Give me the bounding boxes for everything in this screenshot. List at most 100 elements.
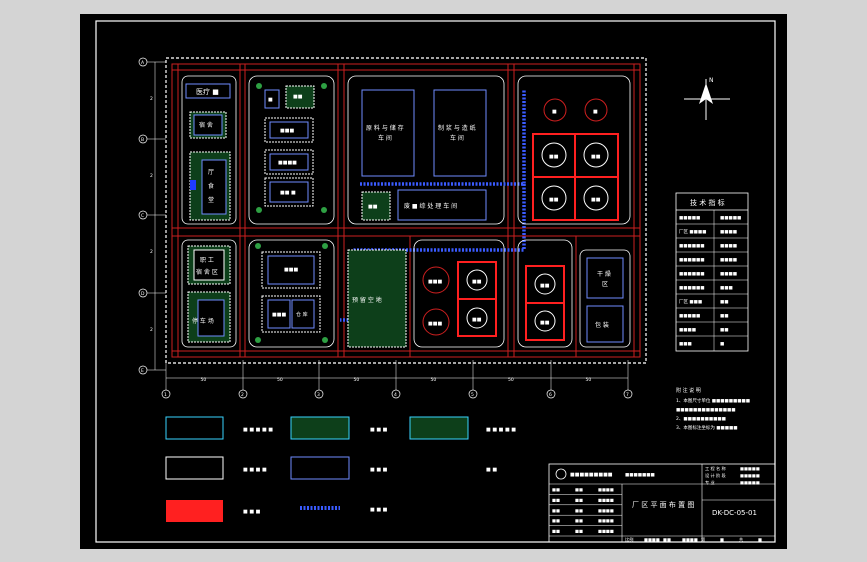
tech-row-value: ■■■■: [720, 230, 737, 235]
legend-label-2: ■ ■ ■: [370, 427, 388, 433]
title-drawing-no: DK-DC-05-01: [712, 509, 757, 517]
grid-col-label-6: 6: [549, 392, 552, 398]
title-right-value: ■■■■■: [740, 466, 760, 471]
tech-row-value: ■■■■: [720, 272, 737, 277]
building-hall1-label-2: 车 间: [378, 134, 392, 142]
grid-row-label-C: C: [141, 213, 144, 219]
legend-label-3: ■ ■ ■ ■ ■: [486, 427, 516, 433]
tank-f-label: ■■: [591, 197, 601, 203]
title-org: ■■■■■■■■■: [570, 472, 613, 478]
notes-title: 附 注 说 明: [676, 387, 701, 394]
grid-row-label-B: B: [141, 137, 144, 143]
building-parking-label: 停 车 场: [192, 317, 214, 325]
title-left-role: ■■: [552, 487, 560, 492]
tech-row-value: ■■: [720, 300, 729, 305]
title-right-value: ■■■■■: [740, 473, 760, 478]
title-left-role: ■■: [552, 529, 560, 534]
tech-row-label: ■■■■■■: [679, 272, 705, 277]
title-bottom-cell: ■: [720, 537, 724, 542]
building-w5-label: ■■ ■: [280, 190, 296, 196]
tech-row-label: ■■■■■: [679, 216, 700, 221]
title-left-role: ■■: [552, 497, 560, 502]
title-right-label: 工 程 名 称: [705, 465, 726, 472]
title-bottom-cell: ■: [758, 537, 762, 542]
building-w4-label: ■■■■: [278, 160, 297, 166]
legend-label-4: ■ ■ ■ ■: [243, 467, 267, 473]
grid-row-gap-A: 2: [150, 96, 153, 102]
building-hall2-label-2: 车 间: [450, 134, 464, 142]
tech-table-title: 技 术 指 标: [690, 198, 725, 207]
legend-label-7: ■ ■ ■: [370, 507, 388, 513]
tech-row-label: ■■■■■■: [679, 244, 705, 249]
building-canteen-label-3: 堂: [208, 196, 214, 204]
cad-viewport[interactable]: N A 2 B 2 C 2 D 2 E 1 50 2 50 3 50 4 50 5 50 6 50 7 医疗 ■ 宿 舍 …: [0, 0, 867, 562]
title-left-name: ■■: [575, 529, 583, 534]
notes-line-4: 3、本图标注坐标为 ■■■■■: [676, 424, 738, 431]
building-store2-label: ■■■: [272, 312, 286, 318]
tech-row-value: ■: [720, 342, 724, 347]
building-hall3-label: 废 ■ 综 处 理 车 间: [404, 202, 457, 210]
legend-swatch-green: [409, 416, 469, 440]
legend-swatch-tank: [166, 500, 223, 522]
tank-d-label: ■■: [591, 154, 601, 160]
building-dry-label-2: 区: [602, 281, 608, 288]
grid-col-label-3: 3: [317, 392, 320, 398]
title-bottom-cell: 共: [739, 536, 743, 543]
tech-row-value: ■■■■: [720, 258, 737, 263]
tech-row-label: 厂区 ■■■■: [679, 229, 706, 235]
tech-row-label: 厂区 ■■■: [679, 299, 702, 305]
title-design-label: ■■■■■■■: [625, 473, 655, 478]
tank-k-label: ■■: [540, 283, 550, 289]
tech-row-label: ■■■■■■: [679, 286, 705, 291]
title-left-date: ■■■■: [598, 529, 614, 534]
building-canteen-label-2: 食: [208, 182, 214, 190]
grid-row-label-D: D: [141, 291, 145, 297]
title-block-bottom: 比例 ■■■■ ■■ ■■■■ 第 ■ 共 ■: [625, 536, 762, 543]
north-label: N: [709, 77, 714, 84]
building-pack-label: 包 装: [595, 321, 609, 329]
building-dry-label: 干 燥: [597, 270, 611, 278]
legend-swatch-green-hatch: [290, 416, 350, 440]
tech-row-value: ■■■: [720, 286, 733, 291]
gate-marker: [190, 180, 196, 190]
title-left-name: ■■: [575, 487, 583, 492]
title-drawing-name: 厂 区 平 面 布 置 图: [632, 500, 694, 509]
building-store3-label: 仓 库: [296, 311, 308, 318]
building-store1-label: ■■■: [284, 267, 298, 273]
title-right-value: ■■■■■: [740, 480, 760, 485]
site-plan-drawing[interactable]: N A2B2C2D2E1502503504505506507 医疗 ■ 宿 舍 …: [0, 0, 867, 562]
title-bottom-cell: ■■: [663, 537, 671, 542]
grid-row-gap-C: 2: [150, 249, 153, 255]
building-pool-label: ■■: [368, 204, 378, 210]
grid-row-gap-B: 2: [150, 173, 153, 179]
tank-j-label: ■■: [472, 317, 482, 323]
title-left-date: ■■■■: [598, 518, 614, 523]
tech-row-label: ■■■: [679, 342, 692, 347]
building-w3-label: ■■■: [280, 128, 294, 134]
title-left-role: ■■: [552, 508, 560, 513]
building-hall2-label: 制 浆 与 造 纸: [438, 124, 476, 132]
tank-b-label: ■: [593, 109, 598, 115]
title-left-role: ■■: [552, 518, 560, 523]
title-left-name: ■■: [575, 518, 583, 523]
title-bottom-cell: 第: [701, 536, 705, 543]
legend-label-8: ■ ■: [486, 467, 497, 473]
grid-col-label-1: 1: [164, 392, 167, 398]
grid-row-gap-D: 2: [150, 327, 153, 333]
title-right-label: 设 计 阶 段: [705, 472, 727, 479]
tech-row-value: ■■: [720, 328, 729, 333]
title-bottom-cell: 比例: [625, 536, 633, 543]
tech-row-label: ■■■■: [679, 328, 696, 333]
tank-e-label: ■■: [549, 197, 559, 203]
notes-line-2: ■■■■■■■■■■■■■■: [676, 408, 736, 413]
tech-row-value: ■■: [720, 314, 729, 319]
building-dorm-label: 宿 舍: [199, 121, 213, 129]
tank-h-label: ■■: [472, 279, 482, 285]
tank-c-label: ■■: [549, 154, 559, 160]
grid-col-label-2: 2: [241, 392, 244, 398]
notes-line-1: 1、本图尺寸单位 ■■■■■■■■■: [676, 397, 750, 404]
title-bottom-cell: ■■■■: [644, 537, 660, 542]
grid-col-label-7: 7: [626, 392, 629, 398]
building-hall1-label: 原 料 与 储 存: [366, 124, 404, 132]
title-left-date: ■■■■: [598, 497, 614, 502]
